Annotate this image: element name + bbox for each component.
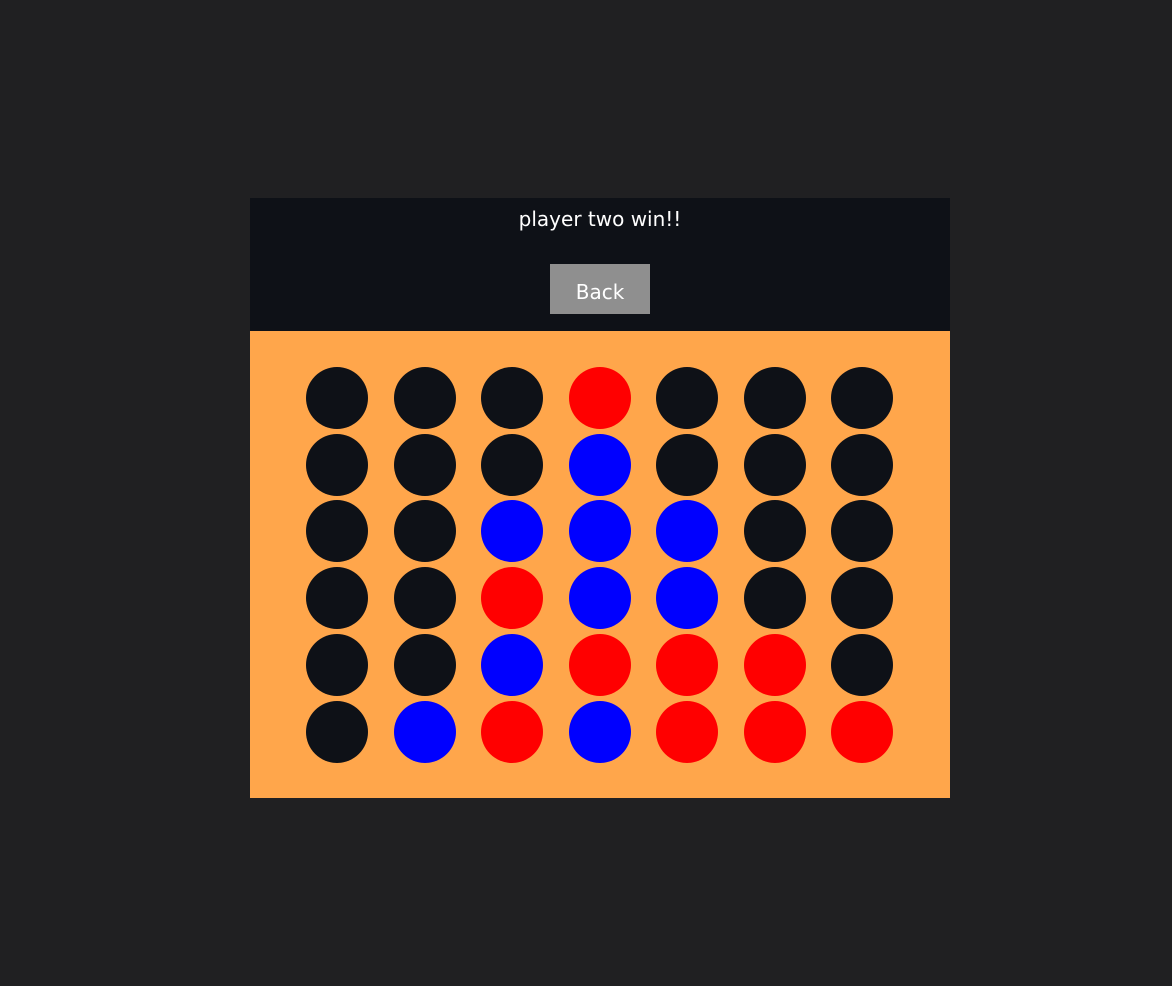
board-cell-r1-c1-empty[interactable] xyxy=(306,367,368,429)
board-cell-r1-c4-red[interactable] xyxy=(568,367,631,429)
back-button[interactable]: Back xyxy=(550,264,650,314)
board-cell-r2-c2-empty[interactable] xyxy=(393,433,456,496)
game-window: player two win!! Back xyxy=(250,198,950,798)
board-cell-r6-c6-red[interactable] xyxy=(743,700,806,763)
board-cell-r3-c4-blue[interactable] xyxy=(568,500,631,563)
game-board xyxy=(250,331,950,798)
board-cell-r5-c6-red[interactable] xyxy=(743,633,806,696)
board-cell-r4-c2-empty[interactable] xyxy=(393,567,456,630)
board-cell-r5-c4-red[interactable] xyxy=(568,633,631,696)
board-cell-r3-c1-empty[interactable] xyxy=(306,500,368,563)
board-cell-r5-c5-red[interactable] xyxy=(656,633,718,696)
board-cell-r5-c1-empty[interactable] xyxy=(306,633,368,696)
board-cell-r6-c5-red[interactable] xyxy=(656,700,718,763)
board-cell-r3-c6-empty[interactable] xyxy=(743,500,806,563)
board-cell-r3-c5-blue[interactable] xyxy=(656,500,718,563)
game-header: player two win!! Back xyxy=(250,198,950,331)
board-cell-r2-c1-empty[interactable] xyxy=(306,433,368,496)
board-cell-r1-c6-empty[interactable] xyxy=(743,367,806,429)
board-cell-r4-c6-empty[interactable] xyxy=(743,567,806,630)
board-cell-r3-c7-empty[interactable] xyxy=(831,500,893,563)
board-cell-r5-c3-blue[interactable] xyxy=(481,633,543,696)
board-cell-r5-c2-empty[interactable] xyxy=(393,633,456,696)
winner-message: player two win!! xyxy=(518,207,682,231)
board-cell-r2-c4-blue[interactable] xyxy=(568,433,631,496)
board-cell-r3-c3-blue[interactable] xyxy=(481,500,543,563)
board-cell-r6-c7-red[interactable] xyxy=(831,700,893,763)
board-cell-r6-c3-red[interactable] xyxy=(481,700,543,763)
board-cell-r1-c3-empty[interactable] xyxy=(481,367,543,429)
board-cell-r2-c6-empty[interactable] xyxy=(743,433,806,496)
board-cell-r1-c2-empty[interactable] xyxy=(393,367,456,429)
board-cell-r2-c7-empty[interactable] xyxy=(831,433,893,496)
board-cell-r2-c3-empty[interactable] xyxy=(481,433,543,496)
board-cell-r4-c4-blue[interactable] xyxy=(568,567,631,630)
board-cell-r3-c2-empty[interactable] xyxy=(393,500,456,563)
board-cell-r4-c7-empty[interactable] xyxy=(831,567,893,630)
board-cell-r5-c7-empty[interactable] xyxy=(831,633,893,696)
board-cell-r4-c1-empty[interactable] xyxy=(306,567,368,630)
board-cell-r4-c3-red[interactable] xyxy=(481,567,543,630)
board-cell-r1-c5-empty[interactable] xyxy=(656,367,718,429)
board-cell-r2-c5-empty[interactable] xyxy=(656,433,718,496)
board-cell-r6-c1-empty[interactable] xyxy=(306,700,368,763)
board-cell-r4-c5-blue[interactable] xyxy=(656,567,718,630)
board-cell-r6-c2-blue[interactable] xyxy=(393,700,456,763)
board-cell-r1-c7-empty[interactable] xyxy=(831,367,893,429)
board-cell-r6-c4-blue[interactable] xyxy=(568,700,631,763)
